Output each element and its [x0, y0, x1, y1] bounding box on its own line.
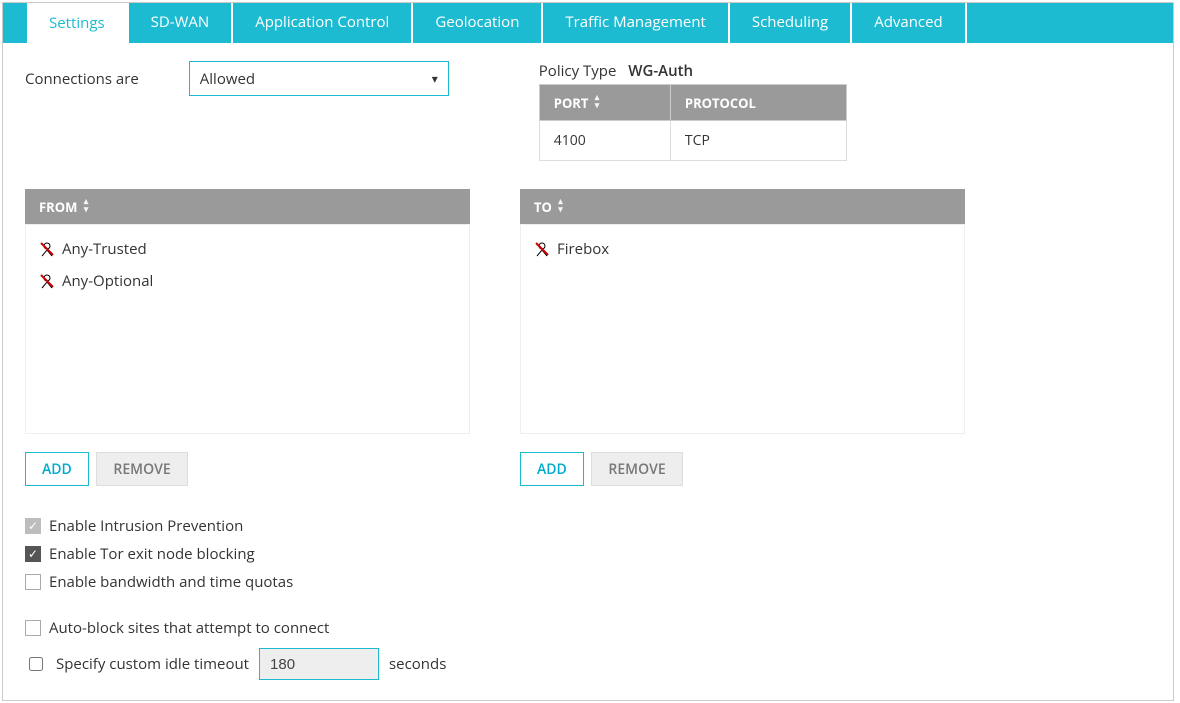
alias-icon — [38, 272, 56, 290]
list-item-label: Firebox — [557, 239, 609, 259]
list-item[interactable]: Any-Trusted — [36, 233, 459, 265]
connections-select-value: Allowed — [200, 69, 255, 89]
port-protocol-table: PORT ▴▾ PROTOCOL 4100 TCP — [539, 84, 847, 161]
enable-ips-label: Enable Intrusion Prevention — [49, 516, 243, 536]
enable-ips-checkbox — [25, 518, 41, 534]
sort-icon: ▴▾ — [595, 93, 600, 109]
from-remove-button[interactable]: REMOVE — [96, 452, 187, 486]
policy-type-label: Policy Type — [539, 61, 617, 81]
connections-select[interactable]: Allowed ▾ — [189, 61, 449, 96]
idle-timeout-input[interactable] — [259, 648, 379, 680]
tab-traffic-management[interactable]: Traffic Management — [543, 3, 729, 43]
policy-type-line: Policy Type WG-Auth — [539, 61, 847, 81]
tab-scheduling[interactable]: Scheduling — [730, 3, 852, 43]
to-panel: Firebox — [520, 224, 965, 434]
table-row[interactable]: 4100 TCP — [539, 121, 846, 161]
list-item[interactable]: Firebox — [531, 233, 954, 265]
enable-tor-checkbox[interactable] — [25, 546, 41, 562]
autoblock-label: Auto-block sites that attempt to connect — [49, 618, 329, 638]
tab-geolocation[interactable]: Geolocation — [413, 3, 543, 43]
to-column: TO ▴▾ Firebox ADD REMOVE — [520, 189, 965, 486]
tab-application-control[interactable]: Application Control — [233, 3, 413, 43]
sort-icon: ▴▾ — [558, 197, 563, 213]
tab-settings[interactable]: Settings — [27, 3, 129, 43]
tab-sdwan[interactable]: SD-WAN — [129, 3, 234, 43]
idle-timeout-checkbox[interactable] — [29, 657, 43, 671]
autoblock-checkbox[interactable] — [25, 620, 41, 636]
list-item-label: Any-Optional — [62, 271, 153, 291]
to-header[interactable]: TO ▴▾ — [520, 189, 965, 224]
chevron-down-icon: ▾ — [432, 70, 438, 87]
list-item-label: Any-Trusted — [62, 239, 147, 259]
idle-timeout-unit: seconds — [389, 654, 446, 674]
enable-quota-label: Enable bandwidth and time quotas — [49, 572, 293, 592]
alias-icon — [38, 240, 56, 258]
tabbar: Settings SD-WAN Application Control Geol… — [3, 3, 1173, 43]
protocol-header[interactable]: PROTOCOL — [670, 85, 846, 121]
alias-icon — [533, 240, 551, 258]
to-add-button[interactable]: ADD — [520, 452, 584, 486]
from-panel: Any-Trusted Any-Optional — [25, 224, 470, 434]
port-header[interactable]: PORT ▴▾ — [539, 85, 670, 121]
to-remove-button[interactable]: REMOVE — [591, 452, 682, 486]
tab-content: Connections are Allowed ▾ Policy Type WG… — [3, 43, 1173, 700]
list-item[interactable]: Any-Optional — [36, 265, 459, 297]
tab-advanced[interactable]: Advanced — [852, 3, 966, 43]
protocol-cell: TCP — [670, 121, 846, 161]
from-header[interactable]: FROM ▴▾ — [25, 189, 470, 224]
connections-label: Connections are — [25, 69, 139, 89]
enable-tor-label: Enable Tor exit node blocking — [49, 544, 255, 564]
sort-icon: ▴▾ — [84, 197, 89, 213]
policy-type-value: WG-Auth — [628, 61, 693, 81]
idle-timeout-label: Specify custom idle timeout — [56, 654, 249, 674]
port-cell: 4100 — [539, 121, 670, 161]
policy-settings-page: Settings SD-WAN Application Control Geol… — [2, 2, 1174, 701]
from-column: FROM ▴▾ Any-Trusted Any-Optional — [25, 189, 470, 486]
lower-options: Enable Intrusion Prevention Enable Tor e… — [25, 512, 1151, 680]
from-add-button[interactable]: ADD — [25, 452, 89, 486]
enable-quota-checkbox[interactable] — [25, 574, 41, 590]
